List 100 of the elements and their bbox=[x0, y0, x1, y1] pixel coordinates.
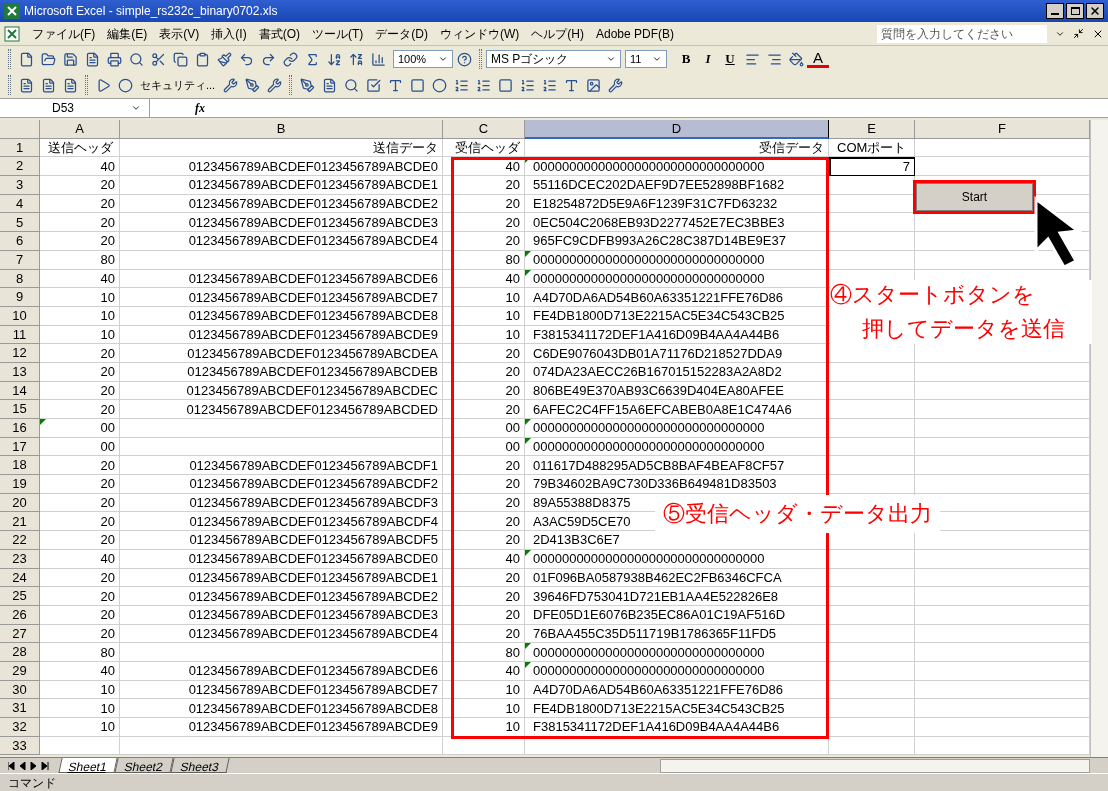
zoom-dropdown[interactable]: 100% bbox=[393, 50, 453, 68]
column-header[interactable]: A bbox=[40, 120, 120, 139]
minimize-button[interactable] bbox=[1046, 3, 1064, 19]
cell-text: A3AC59D5CE70 bbox=[533, 514, 631, 528]
italic-button[interactable]: I bbox=[697, 49, 719, 69]
cell-text: 10 bbox=[505, 309, 520, 323]
window-title: Microsoft Excel - simple_rs232c_binary0702.xls bbox=[24, 3, 278, 20]
row-header[interactable]: 2 bbox=[0, 157, 40, 177]
sheet-tab[interactable]: Sheet2 bbox=[114, 758, 174, 773]
tab-navigation-icon[interactable] bbox=[8, 761, 52, 770]
cell-text: 0123456789ABCDEF0123456789ABCDE3 bbox=[188, 608, 438, 622]
bold-button[interactable]: B bbox=[675, 49, 697, 69]
cell-text: 10 bbox=[505, 290, 520, 304]
column-header[interactable]: B bbox=[120, 120, 443, 139]
font-color-button[interactable]: A bbox=[807, 50, 829, 68]
menu-item[interactable]: Adobe PDF(B) bbox=[596, 24, 674, 43]
row-header[interactable]: 32 bbox=[0, 718, 40, 737]
cell-text: 20 bbox=[505, 589, 520, 603]
cell-text: 20 bbox=[100, 608, 115, 622]
excel-logo-icon bbox=[4, 3, 20, 19]
workbook-icon[interactable] bbox=[4, 25, 20, 42]
menu-item[interactable]: 表示(V) bbox=[159, 24, 200, 43]
cell-text: 送信データ bbox=[373, 141, 438, 155]
row-header[interactable]: 16 bbox=[0, 419, 40, 438]
cell-text: 55116DCEC202DAEF9D7EE52898BF1682 bbox=[533, 178, 785, 192]
row-header[interactable]: 22 bbox=[0, 531, 40, 550]
sheet-tab[interactable]: Sheet3 bbox=[170, 758, 230, 773]
cell-text: 7 bbox=[902, 158, 910, 177]
menu-item[interactable]: 編集(E) bbox=[107, 24, 148, 43]
cell-text: 0123456789ABCDEF0123456789ABCDEB bbox=[187, 365, 438, 379]
cell-text: A4D70DA6AD54B60A63351221FFE76D86 bbox=[533, 682, 784, 696]
menu-item[interactable]: ヘルプ(H) bbox=[531, 24, 584, 43]
row-header[interactable]: 12 bbox=[0, 344, 40, 363]
restore-icon[interactable] bbox=[1073, 28, 1084, 39]
column-header[interactable]: E bbox=[829, 120, 915, 139]
cell-text: 20 bbox=[100, 570, 115, 584]
row-header[interactable]: 3 bbox=[0, 176, 40, 195]
row-header[interactable]: 25 bbox=[0, 587, 40, 606]
cell-text: 20 bbox=[505, 496, 520, 510]
cell-text: 0123456789ABCDEF0123456789ABCDE1 bbox=[188, 570, 438, 584]
cell-text: 送信ヘッダ bbox=[48, 141, 113, 155]
cell-text: 20 bbox=[505, 197, 520, 211]
cell-text: 0123456789ABCDEF0123456789ABCDE7 bbox=[188, 682, 438, 696]
cell-text: 0123456789ABCDEF0123456789ABCDF5 bbox=[189, 533, 438, 547]
menu-item[interactable]: ファイル(F) bbox=[32, 24, 96, 43]
row-header[interactable]: 21 bbox=[0, 512, 40, 532]
cell-text: 074DA23AECC26B167015152283A2A8D2 bbox=[533, 365, 782, 379]
cell-text: C6DE9076043DB01A71176D218527DDA9 bbox=[533, 346, 783, 360]
name-box[interactable]: D53 bbox=[0, 99, 150, 117]
cell-text: FE4DB1800D713E2215AC5E34C543CB25 bbox=[533, 701, 785, 715]
column-header[interactable]: F bbox=[915, 120, 1090, 139]
cell-text: 40 bbox=[505, 664, 520, 678]
security-button[interactable]: セキュリティ... bbox=[136, 76, 220, 94]
cell-text: 20 bbox=[100, 496, 115, 510]
column-header[interactable]: D bbox=[525, 120, 829, 139]
cell-text: 80 bbox=[505, 645, 520, 659]
cell-text: 20 bbox=[100, 477, 115, 491]
cell-text: A4D70DA6AD54B60A63351221FFE76D86 bbox=[533, 290, 784, 304]
menu-item[interactable]: ウィンドウ(W) bbox=[440, 24, 520, 43]
cell-text: 40 bbox=[505, 271, 520, 285]
vertical-scrollbar[interactable] bbox=[1090, 120, 1108, 757]
cell-text: 20 bbox=[100, 589, 115, 603]
menu-item[interactable]: データ(D) bbox=[375, 24, 428, 43]
cell-text: 20 bbox=[505, 626, 520, 640]
start-button[interactable]: Start bbox=[916, 183, 1033, 211]
cell-text: 0123456789ABCDEF0123456789ABCDE8 bbox=[188, 309, 438, 323]
cell-text: 0123456789ABCDEF0123456789ABCDE3 bbox=[188, 215, 438, 229]
row-header[interactable]: 9 bbox=[0, 288, 40, 307]
cell-text: FE4DB1800D713E2215AC5E34C543CB25 bbox=[533, 309, 785, 323]
cell-text: 0123456789ABCDEF0123456789ABCDE9 bbox=[188, 720, 438, 734]
menu-item[interactable]: 挿入(I) bbox=[211, 24, 247, 43]
row-header[interactable]: 15 bbox=[0, 400, 40, 419]
menu-item[interactable]: ツール(T) bbox=[312, 24, 364, 43]
cell-text: 20 bbox=[505, 458, 520, 472]
cell-text: 40 bbox=[100, 552, 115, 566]
menu-item[interactable]: 書式(O) bbox=[258, 24, 300, 43]
maximize-button[interactable] bbox=[1066, 3, 1084, 19]
row-header[interactable]: 6 bbox=[0, 232, 40, 251]
row-header[interactable]: 5 bbox=[0, 213, 40, 233]
close-button[interactable] bbox=[1086, 3, 1104, 19]
cell-text: 00000000000000000000000000000000 bbox=[533, 159, 765, 173]
row-header[interactable]: 31 bbox=[0, 699, 40, 718]
cell-text: 00 bbox=[505, 421, 520, 435]
cell-text: 0123456789ABCDEF0123456789ABCDF1 bbox=[189, 458, 438, 472]
horizontal-scrollbar[interactable] bbox=[660, 758, 1090, 773]
cell-text: 20 bbox=[100, 626, 115, 640]
row-header[interactable]: 28 bbox=[0, 643, 40, 662]
cell-text: 89A55388D8375 bbox=[533, 496, 631, 510]
cell-text: 20 bbox=[100, 365, 115, 379]
row-header[interactable]: 18 bbox=[0, 456, 40, 476]
font-dropdown[interactable]: MS Pゴシック bbox=[486, 50, 621, 68]
underline-button[interactable]: U bbox=[719, 49, 741, 69]
cell-text: 40 bbox=[505, 552, 520, 566]
sheet-tab[interactable]: Sheet1 bbox=[58, 758, 118, 773]
cell-text: 0123456789ABCDEF0123456789ABCDE8 bbox=[188, 701, 438, 715]
row-header[interactable]: 19 bbox=[0, 475, 40, 494]
font-size-dropdown[interactable]: 11 bbox=[625, 50, 667, 68]
cell-text: 80 bbox=[505, 253, 520, 267]
help-search-field[interactable]: 質問を入力してください bbox=[877, 24, 1047, 43]
cell-text: 20 bbox=[505, 215, 520, 229]
